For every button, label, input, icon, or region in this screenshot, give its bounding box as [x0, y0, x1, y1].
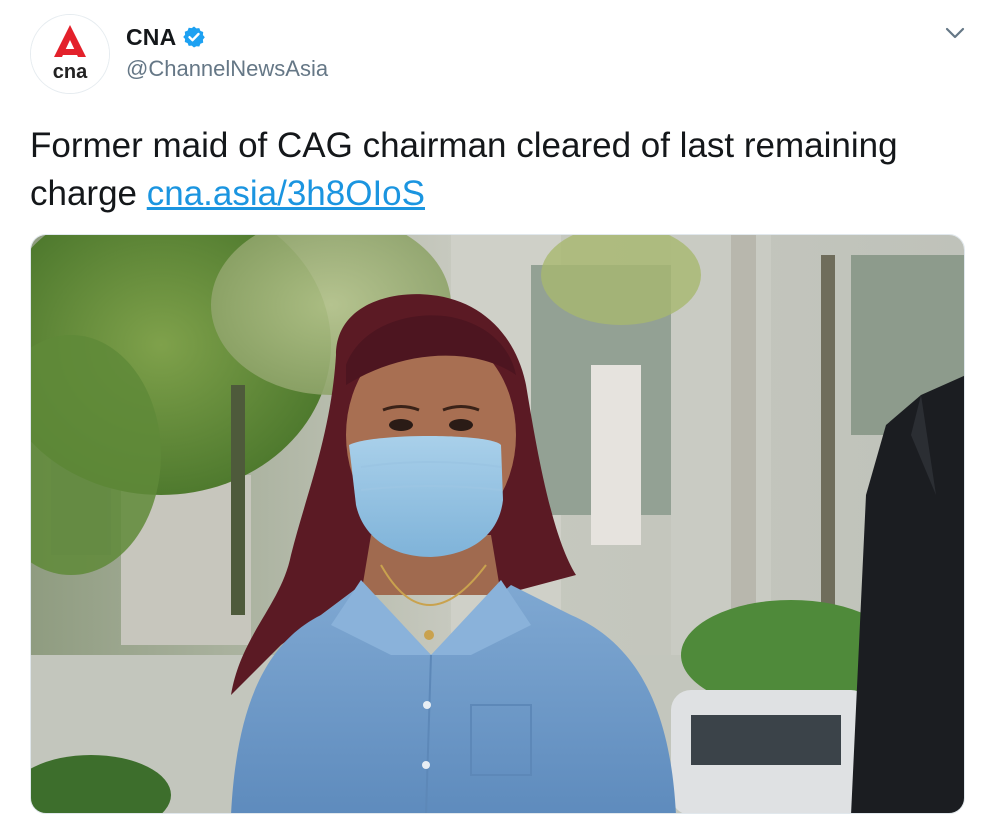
- handle[interactable]: @ChannelNewsAsia: [126, 56, 328, 82]
- photo-illustration: [31, 235, 964, 813]
- display-name-row[interactable]: CNA: [126, 22, 206, 52]
- tweet-photo[interactable]: [30, 234, 965, 814]
- tweet-text: Former maid of CAG chairman cleared of l…: [30, 122, 970, 218]
- cna-logo-icon: cna: [31, 15, 109, 93]
- tweet-card: cna CNA @ChannelNewsAsia Former maid of …: [0, 0, 996, 814]
- chevron-down-icon[interactable]: [940, 20, 970, 46]
- verified-badge-icon: [182, 25, 206, 49]
- avatar-text: cna: [53, 61, 88, 83]
- avatar[interactable]: cna: [30, 14, 110, 94]
- display-name[interactable]: CNA: [126, 24, 176, 51]
- tweet-link[interactable]: cna.asia/3h8OIoS: [147, 174, 425, 213]
